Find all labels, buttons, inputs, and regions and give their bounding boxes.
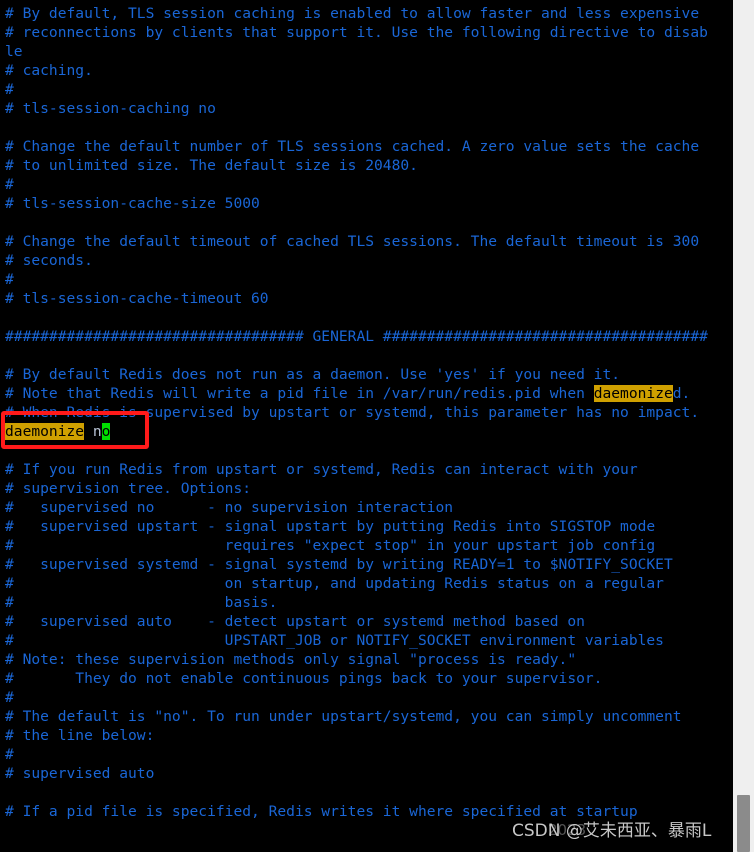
scrollbar-thumb[interactable]	[737, 795, 750, 852]
search-match-highlight: daemonize	[5, 423, 85, 440]
terminal-line: # Change the default timeout of cached T…	[0, 232, 733, 251]
terminal-text-segment: ################################## GENER…	[5, 328, 708, 345]
terminal-text-segment: # caching.	[5, 62, 93, 79]
terminal-text-segment: #	[5, 271, 14, 288]
terminal-text-segment: # the line below:	[5, 727, 155, 744]
terminal-line: daemonize no	[0, 422, 733, 441]
terminal-text-segment: # Note that Redis will write a pid file …	[5, 385, 594, 402]
terminal-text-segment: # basis.	[5, 594, 278, 611]
terminal-text-segment: # If you run Redis from upstart or syste…	[5, 461, 638, 478]
terminal-line: # If you run Redis from upstart or syste…	[0, 460, 733, 479]
terminal-text-segment: # supervision tree. Options:	[5, 480, 252, 497]
terminal-text-segment: # By default Redis does not run as a dae…	[5, 366, 621, 383]
terminal-text-segment: # requires "expect stop" in your upstart…	[5, 537, 656, 554]
terminal-text-segment: # Note: these supervision methods only s…	[5, 651, 577, 668]
terminal-text-segment: # supervised upstart - signal upstart by…	[5, 518, 656, 535]
terminal-line: # By default, TLS session caching is ena…	[0, 4, 733, 23]
terminal-line: # supervision tree. Options:	[0, 479, 733, 498]
terminal-text-segment: # supervised auto - detect upstart or sy…	[5, 613, 585, 630]
text-cursor-block: o	[101, 423, 111, 440]
terminal-text-segment: # supervised auto	[5, 765, 155, 782]
terminal-line: # supervised systemd - signal systemd by…	[0, 555, 733, 574]
terminal-line: # requires "expect stop" in your upstart…	[0, 536, 733, 555]
terminal-line: # supervised auto	[0, 764, 733, 783]
terminal-text-segment: # When Redis is supervised by upstart or…	[5, 404, 700, 421]
terminal-text-segment: # tls-session-cache-size 5000	[5, 195, 260, 212]
terminal-text-segment: # supervised no - no supervision interac…	[5, 499, 454, 516]
terminal-text-segment: # tls-session-caching no	[5, 100, 216, 117]
terminal-text-segment: d.	[672, 385, 691, 402]
terminal-line: # When Redis is supervised by upstart or…	[0, 403, 733, 422]
terminal-line: # tls-session-caching no	[0, 99, 733, 118]
terminal-text-segment: n	[84, 423, 102, 440]
terminal-text-segment: # tls-session-cache-timeout 60	[5, 290, 269, 307]
terminal-text-segment: le	[5, 43, 23, 60]
terminal-line: # the line below:	[0, 726, 733, 745]
terminal-line: ################################## GENER…	[0, 327, 733, 346]
terminal-text-area[interactable]: # By default, TLS session caching is ena…	[0, 0, 733, 852]
terminal-line: # Note: these supervision methods only s…	[0, 650, 733, 669]
terminal-text-segment: #	[5, 689, 14, 706]
terminal-line: # supervised auto - detect upstart or sy…	[0, 612, 733, 631]
terminal-line: # seconds.	[0, 251, 733, 270]
terminal-line: # tls-session-cache-size 5000	[0, 194, 733, 213]
terminal-line: le	[0, 42, 733, 61]
terminal-line: # to unlimited size. The default size is…	[0, 156, 733, 175]
terminal-text-segment: #	[5, 176, 14, 193]
terminal-line: # reconnections by clients that support …	[0, 23, 733, 42]
terminal-text-segment: # They do not enable continuous pings ba…	[5, 670, 603, 687]
terminal-line: # basis.	[0, 593, 733, 612]
screenshot-root: # By default, TLS session caching is ena…	[0, 0, 754, 852]
terminal-line: # The default is "no". To run under upst…	[0, 707, 733, 726]
terminal-line: # Change the default number of TLS sessi…	[0, 137, 733, 156]
terminal-line: # UPSTART_JOB or NOTIFY_SOCKET environme…	[0, 631, 733, 650]
terminal-line: # caching.	[0, 61, 733, 80]
terminal-line: # They do not enable continuous pings ba…	[0, 669, 733, 688]
terminal-text-segment: # The default is "no". To run under upst…	[5, 708, 682, 725]
terminal-text-segment: #	[5, 81, 14, 98]
terminal-line: #	[0, 80, 733, 99]
terminal-line: # supervised no - no supervision interac…	[0, 498, 733, 517]
terminal-line: #	[0, 270, 733, 289]
terminal-line: # By default Redis does not run as a dae…	[0, 365, 733, 384]
terminal-text-segment: # supervised systemd - signal systemd by…	[5, 556, 673, 573]
terminal-text-segment: # Change the default timeout of cached T…	[5, 233, 700, 250]
terminal-line: # on startup, and updating Redis status …	[0, 574, 733, 593]
terminal-line: #	[0, 745, 733, 764]
terminal-text-segment: # Change the default number of TLS sessi…	[5, 138, 700, 155]
terminal-text-segment: # By default, TLS session caching is ena…	[5, 5, 700, 22]
terminal-line: # supervised upstart - signal upstart by…	[0, 517, 733, 536]
vertical-scrollbar[interactable]	[733, 0, 754, 852]
search-match-highlight: daemonize	[593, 385, 673, 402]
terminal-line: # tls-session-cache-timeout 60	[0, 289, 733, 308]
terminal-text-segment: # to unlimited size. The default size is…	[5, 157, 418, 174]
terminal-text-segment: #	[5, 746, 14, 763]
terminal-line: #	[0, 688, 733, 707]
terminal-text-segment: # seconds.	[5, 252, 93, 269]
terminal-line: #	[0, 175, 733, 194]
terminal-text-segment: # on startup, and updating Redis status …	[5, 575, 664, 592]
terminal-line: # If a pid file is specified, Redis writ…	[0, 802, 733, 821]
terminal-text-segment: # If a pid file is specified, Redis writ…	[5, 803, 638, 820]
terminal-text-segment: # UPSTART_JOB or NOTIFY_SOCKET environme…	[5, 632, 664, 649]
terminal-text-segment: # reconnections by clients that support …	[5, 24, 708, 41]
terminal-line: # Note that Redis will write a pid file …	[0, 384, 733, 403]
